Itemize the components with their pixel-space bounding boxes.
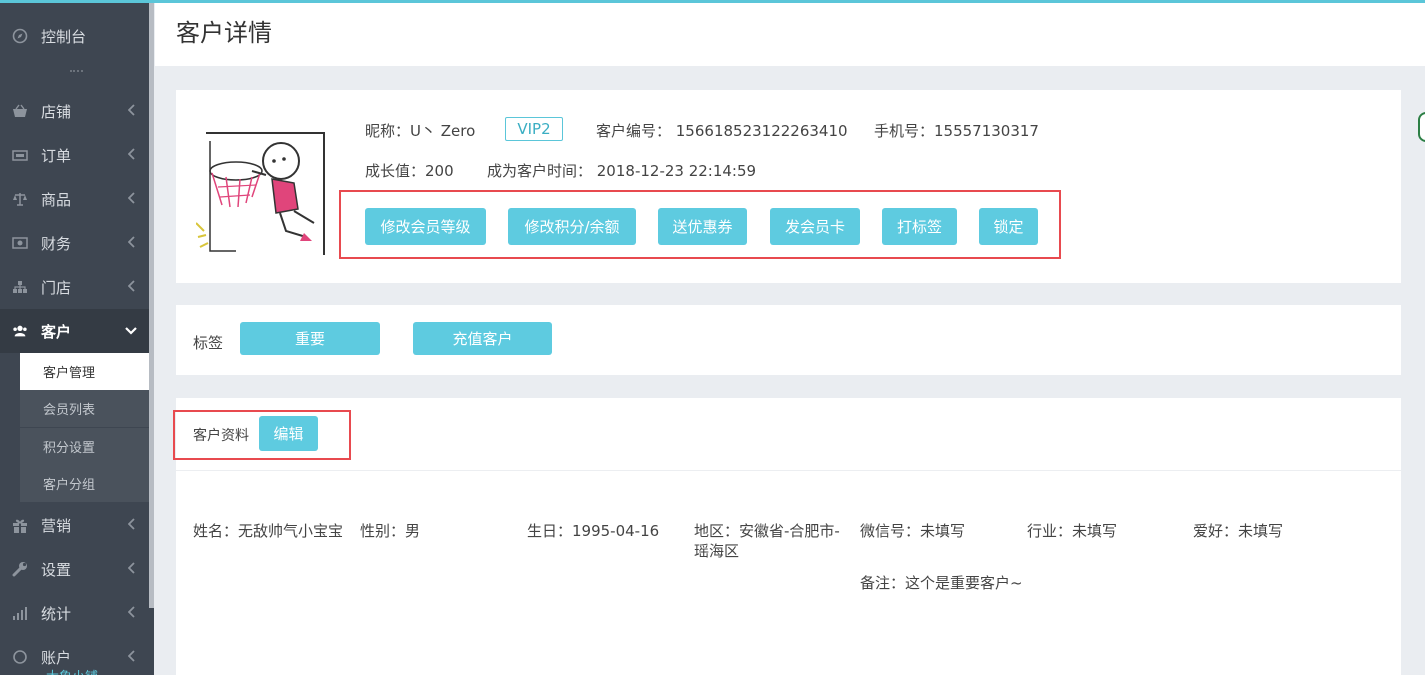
field-industry: 行业：未填写 [1027,522,1118,540]
tags-label: 标签 [193,334,224,352]
tags-card: 标签 重要 充值客户 [176,305,1401,375]
edit-highlight-box [173,410,351,460]
field-note: 备注：这个是重要客户~ [860,574,1023,592]
sidebar-sub-member-list[interactable]: 会员列表 [20,390,149,427]
right-edge-bar [1413,0,1425,66]
users-icon [12,323,28,339]
lock-button[interactable]: 锁定 [979,208,1038,245]
sidebar-item-label: 财务 [41,234,72,253]
chevron-left-icon [128,562,135,574]
basket-icon [12,103,28,119]
field-region-line2: 瑶海区 [694,542,740,560]
chevron-left-icon [128,650,135,662]
sidebar: 控制台 店铺 订单 商品 财务 门店 客户 客户管理 会员列表 积分设置 客户分… [0,0,154,675]
signal-icon [12,605,28,621]
sidebar-sub-customer-groups[interactable]: 客户分组 [20,465,149,502]
sidebar-item-label: 门店 [41,278,72,297]
vip-badge: VIP2 [505,117,563,141]
customer-data-card: 客户资料 编辑 姓名：无敌帅气小宝宝 性别：男 生日：1995-04-16 地区… [173,398,1401,675]
sitemap-icon [12,279,28,295]
chevron-left-icon [128,236,135,248]
sidebar-item-statistics[interactable]: 统计 [0,591,149,635]
field-wechat: 微信号：未填写 [860,522,966,540]
field-name: 姓名：无敌帅气小宝宝 [193,522,344,540]
customer-since: 成为客户时间： 2018-12-23 22:14:59 [487,162,757,180]
chevron-left-icon [128,192,135,204]
sidebar-sub-points-settings[interactable]: 积分设置 [20,428,149,465]
growth-value: 成长值：200 [365,162,454,180]
sidebar-item-dashboard[interactable]: 控制台 [0,14,149,58]
page-header: 客户详情 [155,3,1425,66]
chevron-left-icon [128,280,135,292]
compass-icon [12,28,28,44]
field-gender: 性别：男 [360,522,421,540]
avatar-basketball-image [195,127,326,259]
sidebar-item-finance[interactable]: 财务 [0,221,149,265]
chevron-left-icon [128,606,135,618]
phone-number: 手机号：15557130317 [874,122,1039,140]
page-title: 客户详情 [176,19,272,47]
account-icon [12,649,28,665]
add-tag-button[interactable]: 打标签 [882,208,957,245]
shop-name: 大象小铺 [46,666,98,675]
tag-important[interactable]: 重要 [240,322,380,355]
sidebar-item-customers[interactable]: 客户 [0,309,149,353]
wrench-icon [12,561,28,577]
field-birthday: 生日：1995-04-16 [527,522,660,540]
sidebar-collapse-handle[interactable] [70,70,83,72]
issue-member-card-button[interactable]: 发会员卡 [770,208,860,245]
floating-side-button[interactable] [1418,112,1425,142]
sidebar-item-label: 营销 [41,516,72,535]
avatar [195,127,326,259]
sidebar-item-label: 商品 [41,190,72,209]
sidebar-item-label: 设置 [41,560,72,579]
sidebar-item-label: 统计 [41,604,72,623]
profile-card: 昵称：U丶 Zero VIP2 客户编号： 156618523122263410… [176,90,1401,283]
sidebar-item-shop[interactable]: 店铺 [0,89,149,133]
sidebar-item-settings[interactable]: 设置 [0,547,149,591]
edit-points-balance-button[interactable]: 修改积分/余额 [508,208,636,245]
chevron-left-icon [128,104,135,116]
chevron-left-icon [128,518,135,530]
customer-number: 客户编号： 156618523122263410 [596,122,848,140]
sidebar-item-label: 客户 [41,322,72,341]
field-hobby: 爱好：未填写 [1193,522,1284,540]
chevron-left-icon [128,148,135,160]
sidebar-sub-customer-management[interactable]: 客户管理 [20,353,149,390]
ticket-icon [12,147,28,163]
gift-icon [12,517,28,533]
send-coupon-button[interactable]: 送优惠券 [658,208,747,245]
sidebar-item-label: 控制台 [41,27,87,46]
sidebar-item-marketing[interactable]: 营销 [0,503,149,547]
field-region: 地区：安徽省-合肥市- 瑶海区 [694,521,840,561]
field-region-line1: 地区：安徽省-合肥市- [694,522,840,540]
chevron-down-icon [125,327,137,335]
divider [176,470,1401,471]
sidebar-item-label: 店铺 [41,102,72,121]
tag-recharge-customer[interactable]: 充值客户 [413,322,552,355]
sidebar-item-orders[interactable]: 订单 [0,133,149,177]
scale-icon [12,191,28,207]
sidebar-item-products[interactable]: 商品 [0,177,149,221]
money-icon [12,235,28,251]
nickname: 昵称：U丶 Zero [365,122,476,140]
sidebar-item-label: 账户 [41,648,72,667]
sidebar-item-stores[interactable]: 门店 [0,265,149,309]
sidebar-scrollbar[interactable] [149,3,154,608]
change-member-level-button[interactable]: 修改会员等级 [365,208,486,245]
top-accent-line [0,0,1425,3]
sidebar-item-label: 订单 [41,146,72,165]
